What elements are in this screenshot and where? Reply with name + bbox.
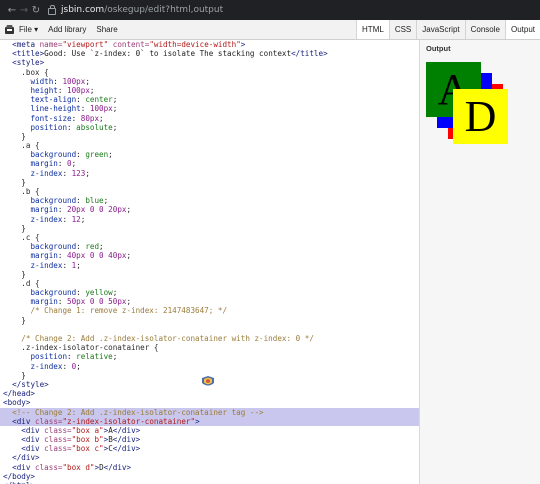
code-line: .b { <box>21 187 40 196</box>
code-line: <div class="box b">B</div> <box>21 435 141 445</box>
code-line: <!-- Change 2: Add .z-index-isolator-con… <box>0 407 419 417</box>
code-line: } <box>3 131 26 141</box>
code-line: .box { <box>21 67 49 77</box>
code-line: .z-index-isolator-conatainer { <box>21 343 159 353</box>
tab-javascript[interactable]: JavaScript <box>416 20 464 39</box>
code-line: </div> <box>12 453 40 463</box>
code-line: width: 100px; <box>30 76 90 86</box>
code-line: z-index: 123; <box>30 168 90 178</box>
code-line: z-index: 12; <box>30 214 86 224</box>
back-button[interactable]: ← <box>6 5 18 16</box>
url-path: /oskegup/edit?html,output <box>104 5 224 15</box>
panel-tabs: HTML CSS JavaScript Console Output <box>356 20 540 39</box>
code-line: <div class="box a">A</div> <box>21 425 141 435</box>
code-line: text-align: center; <box>30 95 118 105</box>
address-bar[interactable]: jsbin.com/oskegup/edit?html,output <box>48 4 224 15</box>
code-line: } <box>3 177 26 187</box>
code-line: margin: 20px 0 0 20px; <box>30 205 132 215</box>
url-host: jsbin.com <box>61 5 105 15</box>
code-line: line-height: 100px; <box>30 104 118 114</box>
code-line: /* Change 2: Add .z-index-isolator-conat… <box>21 334 314 343</box>
jsbin-logo-icon[interactable] <box>3 24 15 36</box>
tab-output[interactable]: Output <box>504 20 540 39</box>
code-line: background: green; <box>30 150 113 160</box>
reload-button[interactable]: ↻ <box>30 5 42 16</box>
code-line: <div class="box c">C</div> <box>21 444 141 454</box>
code-line: <title>Good: Use `z-index: 0` to isolate… <box>12 49 328 59</box>
add-library-button[interactable]: Add library <box>48 25 86 34</box>
code-line: <div class="z-index-isolator-conatainer"… <box>0 416 419 426</box>
code-line: z-index: 1; <box>30 260 81 270</box>
code-line: <body> <box>3 398 31 408</box>
code-line: </head> <box>3 389 36 399</box>
html-editor[interactable]: <meta name="viewport" content="width=dev… <box>0 40 420 484</box>
code-line: .c { <box>21 232 40 242</box>
code-line: <meta name="viewport" content="width=dev… <box>12 40 246 49</box>
code-line: position: relative; <box>30 352 118 362</box>
code-line: font-size: 80px; <box>30 113 104 123</box>
code-line: .d { <box>21 278 40 288</box>
code-line: z-index: 0; <box>30 361 81 371</box>
editor-resize-handle-icon[interactable] <box>200 375 216 389</box>
code-line: /* Change 1: remove z-index: 2147483647;… <box>30 306 228 316</box>
output-label: Output <box>426 44 451 53</box>
code-line: </body> <box>3 471 36 481</box>
code-line: <div class="box d">D</div> <box>12 462 132 472</box>
code-line: margin: 40px 0 0 40px; <box>30 251 132 261</box>
code-line: .a { <box>21 141 40 151</box>
code-line: } <box>3 315 26 325</box>
output-panel: Output A B C D <box>420 40 540 484</box>
tab-console[interactable]: Console <box>464 20 505 39</box>
code-line: } <box>3 223 26 233</box>
share-button[interactable]: Share <box>96 25 117 34</box>
output-render-area: A B C D <box>420 60 540 484</box>
code-line: margin: 50px 0 0 50px; <box>30 297 132 307</box>
lock-icon <box>48 4 56 15</box>
code-line: background: red; <box>30 242 104 252</box>
code-line: background: blue; <box>30 196 109 206</box>
box-d: D <box>453 89 508 144</box>
jsbin-toolbar: File ▾ Add library Share HTML CSS JavaSc… <box>0 20 540 40</box>
browser-toolbar: ← → ↻ jsbin.com/oskegup/edit?html,output <box>0 0 540 20</box>
file-menu[interactable]: File ▾ <box>19 25 38 34</box>
tab-css[interactable]: CSS <box>388 20 416 39</box>
tab-html[interactable]: HTML <box>356 20 389 39</box>
code-line: <style> <box>12 58 45 68</box>
forward-button[interactable]: → <box>18 5 30 16</box>
code-line: } <box>3 269 26 279</box>
code-line: position: absolute; <box>30 122 118 132</box>
code-line: margin: 0; <box>30 159 77 169</box>
code-line: height: 100px; <box>30 85 95 95</box>
code-line: background: yellow; <box>30 288 118 298</box>
